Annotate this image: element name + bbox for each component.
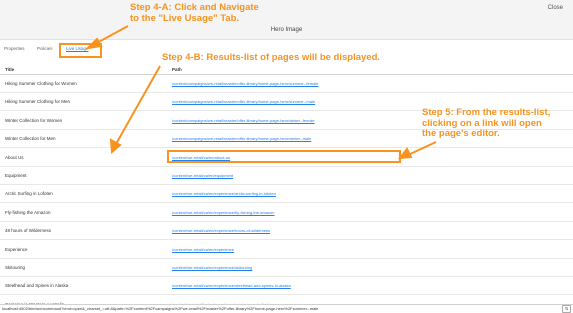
annotation-step-5-line1: Step 5: From the results-list, (422, 107, 551, 118)
annotation-step-4b: Step 4-B: Results-list of pages will be … (162, 52, 381, 63)
arrow-head-live-usage (85, 37, 103, 50)
annotation-arrows (85, 25, 437, 160)
status-url: localhost:4502/bin/wcmcommand?cmd=open&_… (2, 306, 319, 311)
arrow-to-results-list (115, 65, 161, 145)
status-bar: localhost:4502/bin/wcmcommand?cmd=open&_… (0, 304, 573, 313)
arrow-head-about-us (397, 147, 413, 160)
arrow-head-results (109, 138, 122, 155)
annotation-step-4a: Step 4-A: Click and Navigate to the "Liv… (130, 2, 259, 24)
arrow-to-about-us-link (407, 141, 437, 156)
annotation-step-4a-line2: to the "Live Usage" Tab. (130, 12, 240, 24)
annotation-step-4a-line1: Step 4-A: Click and Navigate (130, 2, 259, 13)
annotation-step-5: Step 5: From the results-list, clicking … (422, 107, 551, 140)
annotation-step-5-line3: the page's editor. (422, 128, 500, 139)
arrow-to-live-usage-tab (94, 25, 129, 45)
scroll-button[interactable]: ⇅ (562, 305, 571, 313)
